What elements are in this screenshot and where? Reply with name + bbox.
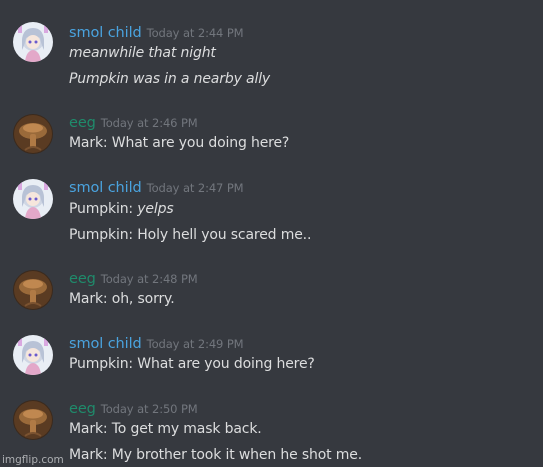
mushroom-avatar-icon[interactable] bbox=[13, 114, 53, 154]
anime-girl-avatar-icon[interactable] bbox=[13, 22, 53, 62]
anime-girl-avatar-icon[interactable] bbox=[13, 179, 53, 219]
timestamp[interactable]: Today at 2:48 PM bbox=[101, 272, 198, 286]
message-header: eeg Today at 2:50 PM bbox=[69, 398, 198, 418]
message-header: smol child Today at 2:47 PM bbox=[69, 177, 244, 197]
message-prefix: Pumpkin: bbox=[69, 201, 138, 217]
chat-message-list: smol child Today at 2:44 PM meanwhile tha… bbox=[0, 0, 543, 467]
username[interactable]: smol child bbox=[69, 180, 142, 196]
username[interactable]: smol child bbox=[69, 336, 142, 352]
anime-girl-avatar-icon[interactable] bbox=[13, 335, 53, 375]
username[interactable]: eeg bbox=[69, 271, 96, 287]
timestamp[interactable]: Today at 2:49 PM bbox=[147, 337, 244, 351]
timestamp[interactable]: Today at 2:50 PM bbox=[101, 402, 198, 416]
timestamp[interactable]: Today at 2:46 PM bbox=[101, 116, 198, 130]
message-header: smol child Today at 2:49 PM bbox=[69, 333, 244, 353]
message-text: Mark: To get my mask back. bbox=[69, 421, 262, 437]
username[interactable]: smol child bbox=[69, 25, 142, 41]
message-text: Pumpkin: Holy hell you scared me.. bbox=[69, 227, 312, 243]
message-header: eeg Today at 2:48 PM bbox=[69, 268, 198, 288]
timestamp[interactable]: Today at 2:47 PM bbox=[147, 181, 244, 195]
message-text: Mark: oh, sorry. bbox=[69, 291, 175, 307]
mushroom-avatar-icon[interactable] bbox=[13, 270, 53, 310]
imgflip-watermark: imgflip.com bbox=[2, 454, 64, 466]
username[interactable]: eeg bbox=[69, 401, 96, 417]
message-header: smol child Today at 2:44 PM bbox=[69, 22, 244, 42]
message-text: Pumpkin: yelps bbox=[69, 199, 174, 219]
message-text: Pumpkin was in a nearby ally bbox=[69, 71, 271, 87]
mushroom-avatar-icon[interactable] bbox=[13, 400, 53, 440]
message-text: Mark: My brother took it when he shot me… bbox=[69, 447, 363, 463]
message-text: meanwhile that night bbox=[69, 45, 216, 61]
message-text: Pumpkin: What are you doing here? bbox=[69, 356, 315, 372]
message-italic-action: yelps bbox=[137, 201, 174, 217]
timestamp[interactable]: Today at 2:44 PM bbox=[147, 26, 244, 40]
message-header: eeg Today at 2:46 PM bbox=[69, 112, 198, 132]
username[interactable]: eeg bbox=[69, 115, 96, 131]
message-text: Mark: What are you doing here? bbox=[69, 135, 290, 151]
